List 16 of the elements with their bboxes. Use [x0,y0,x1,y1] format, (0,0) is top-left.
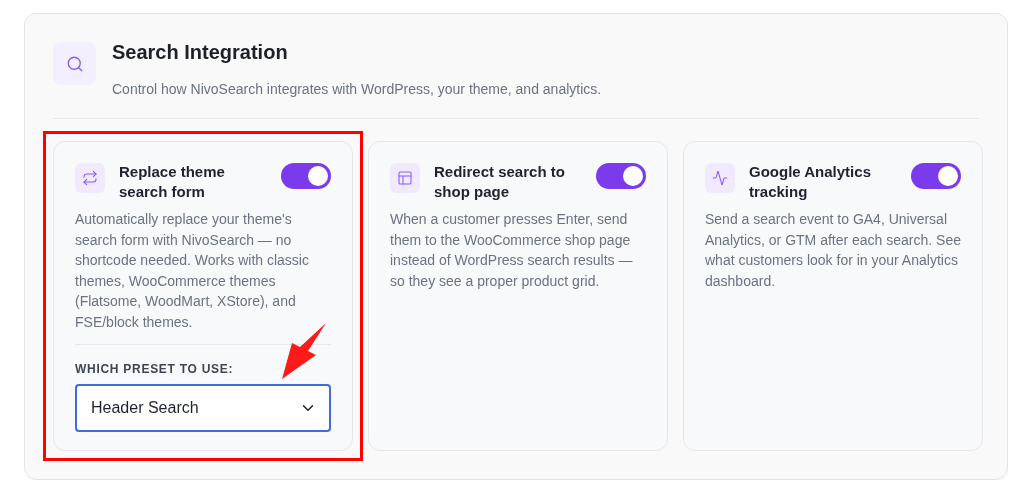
preset-select[interactable]: Header Search [75,384,331,432]
card-title: Google Analytics tracking [749,162,872,202]
card-title: Replace theme search form [119,162,226,202]
toggle-switch[interactable] [596,163,646,189]
preset-label: WHICH PRESET TO USE: [75,361,235,378]
toggle-switch[interactable] [281,163,331,189]
card-description: Send a search event to GA4, Universal Analytics, or GTM after each search. See what customers look for in your Analytics dashboard. [705,210,961,291]
toggle-switch[interactable] [911,163,961,189]
search-icon [53,42,96,85]
card-description: When a customer presses Enter, send them to the WooCommerce shop page instead of WordPress search results — so they see a proper product grid. [390,210,634,291]
repeat-arrows-icon [75,163,105,193]
card-description: Automatically replace your theme's search form with NivoSearch — no shortcode needed. Works with classic themes, WooCommerce themes (Flatsome, WoodMart, XStore), and FSE/block themes. [75,210,310,332]
section-description: Control how NivoSearch integrates with WordPress, your theme, and analytics. [112,80,602,99]
layout-icon [390,163,420,193]
section-title: Search Integration [112,40,289,64]
card-title: Redirect search to shop page [434,162,566,202]
